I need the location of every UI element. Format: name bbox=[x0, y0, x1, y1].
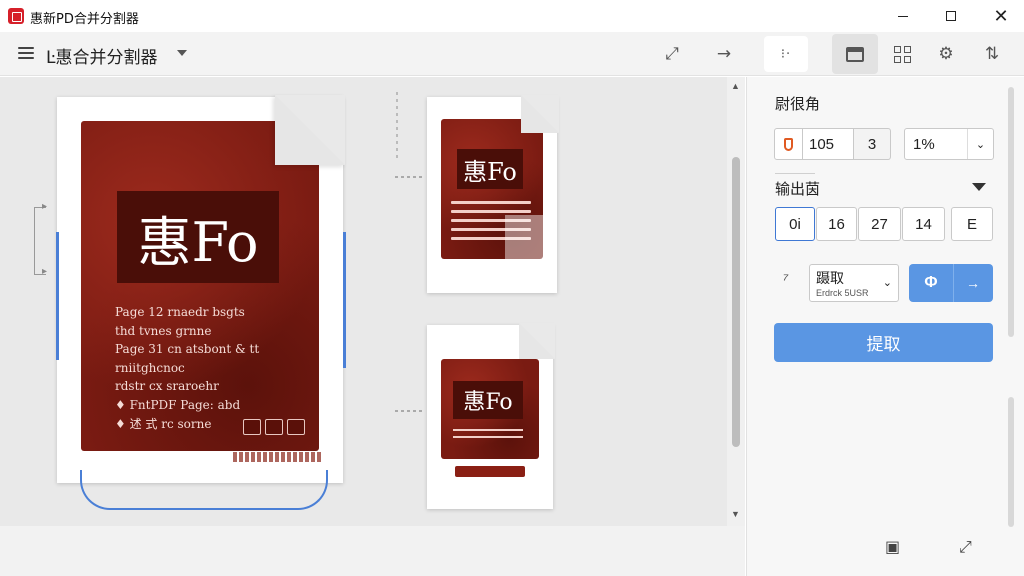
page-text-line: rniitghcnoc bbox=[115, 360, 185, 375]
page-curl-icon bbox=[521, 95, 559, 133]
page-mini-icon bbox=[243, 419, 261, 435]
action-icon: Φ bbox=[924, 274, 938, 291]
section-label: 输出茵 bbox=[775, 180, 821, 198]
scroll-down-icon[interactable]: ▼ bbox=[731, 509, 740, 519]
extract-mode-select[interactable]: 蹑取 Erdrck 5USR ⌄ bbox=[809, 264, 899, 302]
page-text-line: thd tvnes grnne bbox=[115, 323, 212, 338]
output-field[interactable]: E bbox=[951, 207, 993, 241]
extract-mode-label: 蹑取 bbox=[816, 270, 844, 286]
maximize-icon bbox=[946, 11, 956, 21]
extract-mode-sub: Erdrck 5USR bbox=[816, 288, 869, 298]
action-split-button[interactable]: Φ → bbox=[909, 264, 993, 302]
collapse-caret-icon[interactable] bbox=[972, 183, 986, 191]
page-start-input[interactable]: 105 bbox=[802, 128, 854, 160]
title-bar: 惠新PD合并分割器 ✕ bbox=[0, 0, 1024, 32]
selection-handle-bottom[interactable] bbox=[80, 470, 328, 510]
page-artwork: 惠Fo bbox=[441, 119, 551, 259]
toolbar: Ŀ惠合并分割器 ⤢ → ⁝· ⚙ ⇅ bbox=[0, 32, 1024, 76]
scrollbar-thumb[interactable] bbox=[732, 157, 740, 447]
extract-button[interactable]: 提取 bbox=[774, 323, 993, 362]
page-icon-row bbox=[243, 419, 305, 435]
page-logo: 惠Fo bbox=[457, 149, 523, 189]
panel-icon bbox=[846, 46, 864, 62]
arrow-right-icon[interactable]: → bbox=[708, 40, 740, 68]
output-field[interactable]: 14 bbox=[902, 207, 945, 241]
window-title: 惠新PD合并分割器 bbox=[30, 12, 139, 27]
connector-dots bbox=[395, 410, 425, 412]
bracket-arrow-icon: ▸ bbox=[42, 266, 48, 277]
dropdown-caret-icon[interactable] bbox=[177, 50, 187, 56]
page-curl-icon bbox=[519, 323, 555, 359]
app-logo-icon bbox=[8, 8, 24, 24]
bracket-arrow-icon: ▸ bbox=[42, 201, 48, 212]
maximize-button[interactable] bbox=[928, 0, 974, 32]
page-caption bbox=[233, 452, 323, 462]
view-mode-button[interactable]: ⁝· bbox=[764, 36, 808, 72]
output-field[interactable]: 16 bbox=[816, 207, 857, 241]
close-button[interactable]: ✕ bbox=[978, 0, 1024, 32]
output-field[interactable]: 27 bbox=[858, 207, 901, 241]
page-curl-icon bbox=[275, 95, 345, 165]
grid-view-button[interactable] bbox=[886, 40, 918, 68]
page-mini-icon bbox=[265, 419, 283, 435]
minimize-button[interactable] bbox=[880, 0, 926, 32]
sidebar-scrollbar[interactable] bbox=[1008, 87, 1014, 337]
page-thumbnail-2[interactable]: 惠Fo bbox=[427, 323, 555, 509]
save-icon[interactable]: ▣ bbox=[885, 537, 900, 556]
page-logo: 惠Fo bbox=[117, 191, 279, 283]
page-text-line: Page 31 cn atsbont & tt bbox=[115, 342, 260, 357]
connector-dots bbox=[395, 176, 425, 178]
canvas-status-area bbox=[0, 526, 745, 576]
sidebar-scrollbar[interactable] bbox=[1008, 397, 1014, 527]
page-range-bracket bbox=[34, 207, 46, 275]
fullscreen-icon[interactable]: ⤢ bbox=[959, 537, 972, 557]
connector-dots bbox=[396, 92, 398, 162]
chevron-down-icon: ⌄ bbox=[967, 129, 993, 159]
page-text-block: Page 12 rnaedr bsgts thd tvnes grnne Pag… bbox=[115, 303, 285, 433]
expand-icon[interactable]: ⤢ bbox=[656, 40, 688, 68]
scale-value: 1% bbox=[913, 135, 935, 153]
arrow-right-icon: → bbox=[966, 275, 980, 291]
page-text-block bbox=[453, 429, 523, 443]
minimize-icon bbox=[898, 15, 908, 17]
thumbnail-highlight bbox=[505, 215, 551, 259]
page-text-line: rdstr cx sraroehr bbox=[115, 379, 219, 394]
panel-toggle-button[interactable] bbox=[832, 34, 878, 74]
divider bbox=[775, 173, 815, 174]
page-logo: 惠Fo bbox=[453, 381, 523, 419]
menu-icon[interactable] bbox=[18, 47, 34, 61]
pin-icon bbox=[784, 137, 793, 151]
settings-sidebar: 尉很角 105 3 1% ⌄ 输出茵 0i 16 27 14 E ⁷ 蹑取 Er… bbox=[746, 77, 1024, 576]
selection-handle-right[interactable] bbox=[343, 232, 346, 368]
page-count-input[interactable]: 3 bbox=[853, 128, 891, 160]
page-artwork: 惠Fo bbox=[441, 359, 539, 459]
share-icon[interactable]: ⇅ bbox=[976, 40, 1008, 68]
page-pin-button[interactable] bbox=[774, 128, 803, 160]
chevron-down-icon: ⌄ bbox=[882, 277, 892, 289]
page-thumbnail-1[interactable]: 惠Fo bbox=[427, 95, 559, 293]
document-title[interactable]: Ŀ惠合并分割器 bbox=[46, 43, 157, 68]
page-footer-bar bbox=[455, 466, 525, 477]
scale-select[interactable]: 1% ⌄ bbox=[904, 128, 994, 160]
page-mini-icon bbox=[287, 419, 305, 435]
view-mode-icon: ⁝· bbox=[780, 46, 792, 62]
selection-handle-left[interactable] bbox=[56, 232, 59, 360]
section-label: 尉很角 bbox=[775, 95, 821, 113]
grid-icon bbox=[893, 45, 911, 63]
page-text-line: ♦ FntPDF Page: abd bbox=[115, 397, 241, 412]
gear-icon[interactable]: ⚙ bbox=[930, 40, 962, 68]
canvas-scrollbar[interactable]: ▲ ▼ bbox=[727, 77, 745, 526]
output-field[interactable]: 0i bbox=[775, 207, 815, 241]
pen-icon: ⁷ bbox=[783, 271, 789, 287]
scroll-up-icon[interactable]: ▲ bbox=[731, 81, 740, 91]
page-artwork: 惠Fo Page 12 rnaedr bsgts thd tvnes grnne… bbox=[81, 121, 319, 451]
page-text-line: Page 12 rnaedr bsgts bbox=[115, 305, 245, 319]
close-icon: ✕ bbox=[993, 6, 1009, 26]
page-preview-main[interactable]: 惠Fo Page 12 rnaedr bsgts thd tvnes grnne… bbox=[57, 95, 345, 483]
